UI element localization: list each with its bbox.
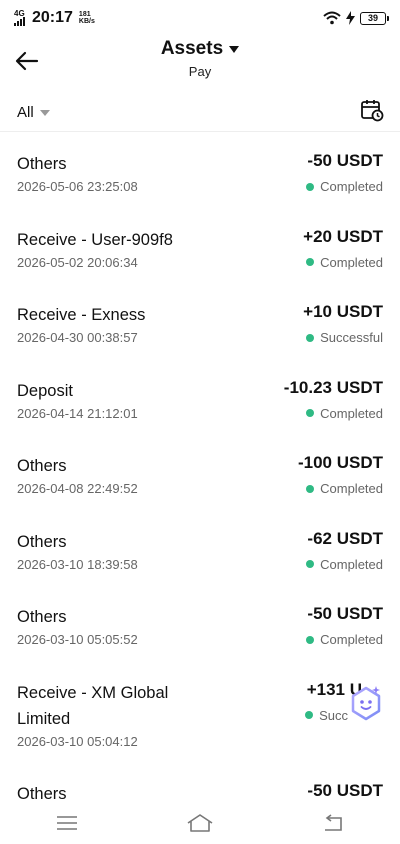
status-dot-icon [306, 484, 315, 493]
transaction-amount: -50 USDT [307, 780, 383, 800]
transaction-name: Others [17, 457, 67, 475]
status-badge: Completed [306, 557, 383, 572]
transaction-date: 2026-03-10 18:39:58 [17, 556, 138, 572]
transaction-amount: -10.23 USDT [283, 377, 383, 397]
transaction-amount: -62 USDT [307, 528, 383, 548]
menu-button[interactable] [52, 811, 82, 835]
transaction-name: Receive - User-909f8 [17, 230, 173, 249]
transaction-date: 2026-05-02 20:06:34 [17, 254, 138, 270]
filter-dropdown[interactable]: All [17, 104, 50, 121]
list-item[interactable]: Others 2026-05-06 23:25:08 -50 USDT Comp… [0, 134, 400, 210]
list-item[interactable]: Others 2026-03-10 18:39:58 -62 USDT Comp… [0, 512, 400, 588]
caret-down-icon [39, 109, 50, 116]
wifi-icon [323, 11, 341, 25]
status-badge: Successful [306, 330, 383, 345]
transaction-date: 2026-05-06 23:25:08 [17, 179, 138, 194]
menu-icon [56, 816, 77, 830]
list-item[interactable]: Deposit 2026-04-14 21:12:01 -10.23 USDT … [0, 361, 400, 437]
transaction-name: Others [17, 155, 67, 173]
transaction-date: 2026-04-14 21:12:01 [17, 405, 138, 421]
battery-icon: 39 [360, 11, 389, 25]
network-type: 4G [14, 9, 25, 18]
signal-icon [14, 17, 25, 26]
status-dot-icon [306, 182, 315, 191]
home-icon [187, 814, 213, 832]
transaction-date: 2026-03-10 05:05:52 [17, 632, 138, 647]
network-indicator: 4G [14, 10, 25, 26]
transaction-name: Receive - XM Global Limited [17, 683, 169, 728]
page-subtitle: Pay [188, 64, 212, 79]
status-dot-icon [306, 560, 315, 568]
home-button[interactable] [185, 811, 215, 835]
transaction-amount: -100 USDT [297, 453, 383, 472]
system-nav-bar [0, 802, 400, 844]
page-title[interactable]: Assets [161, 38, 240, 60]
list-item[interactable]: Receive - XM Global Limited 2026-03-10 0… [0, 663, 400, 764]
transaction-amount: -50 USDT [307, 151, 383, 170]
transaction-name: Others [17, 532, 67, 551]
back-button[interactable] [318, 811, 348, 835]
transaction-date: 2026-04-30 00:38:57 [17, 330, 138, 345]
status-bar: 4G 20:17 181 KB/s 39 [0, 0, 400, 36]
transaction-date: 2026-03-10 05:04:12 [17, 733, 138, 749]
transaction-name: Receive - Exness [17, 306, 146, 324]
status-dot-icon [306, 258, 315, 266]
list-item[interactable]: Others 2026-04-08 22:49:52 -100 USDT Com… [0, 436, 400, 512]
calendar-clock-icon[interactable] [360, 98, 384, 122]
status-dot-icon [306, 635, 315, 644]
clock: 20:17 [32, 9, 73, 26]
header: Assets Pay [0, 36, 400, 86]
status-badge: Completed [306, 632, 383, 647]
transaction-amount: +20 USDT [303, 226, 383, 246]
back-icon [325, 814, 343, 831]
transaction-name: Deposit [17, 381, 73, 400]
filter-label: All [17, 104, 34, 121]
status-badge: Succ [305, 708, 348, 723]
status-dot-icon [306, 333, 315, 342]
caret-down-icon [229, 45, 240, 53]
status-badge: Completed [306, 406, 383, 421]
transaction-amount: -50 USDT [307, 604, 383, 623]
transaction-list: Others 2026-05-06 23:25:08 -50 USDT Comp… [0, 134, 400, 839]
status-dot-icon [305, 711, 314, 719]
transaction-amount: +10 USDT [303, 302, 383, 321]
transaction-name: Others [17, 608, 67, 626]
list-item[interactable]: Receive - User-909f8 2026-05-02 20:06:34… [0, 210, 400, 286]
list-item[interactable]: Receive - Exness 2026-04-30 00:38:57 +10… [0, 285, 400, 361]
list-item[interactable]: Others 2026-03-10 05:05:52 -50 USDT Comp… [0, 587, 400, 663]
filter-bar: All [0, 96, 400, 132]
status-dot-icon [306, 409, 315, 417]
network-speed: 181 KB/s [78, 11, 95, 25]
assistant-icon[interactable] [348, 684, 384, 722]
status-badge: Completed [306, 179, 383, 194]
charging-icon [346, 11, 355, 25]
transaction-date: 2026-04-08 22:49:52 [17, 481, 138, 496]
status-badge: Completed [306, 481, 383, 496]
status-badge: Completed [306, 255, 383, 270]
